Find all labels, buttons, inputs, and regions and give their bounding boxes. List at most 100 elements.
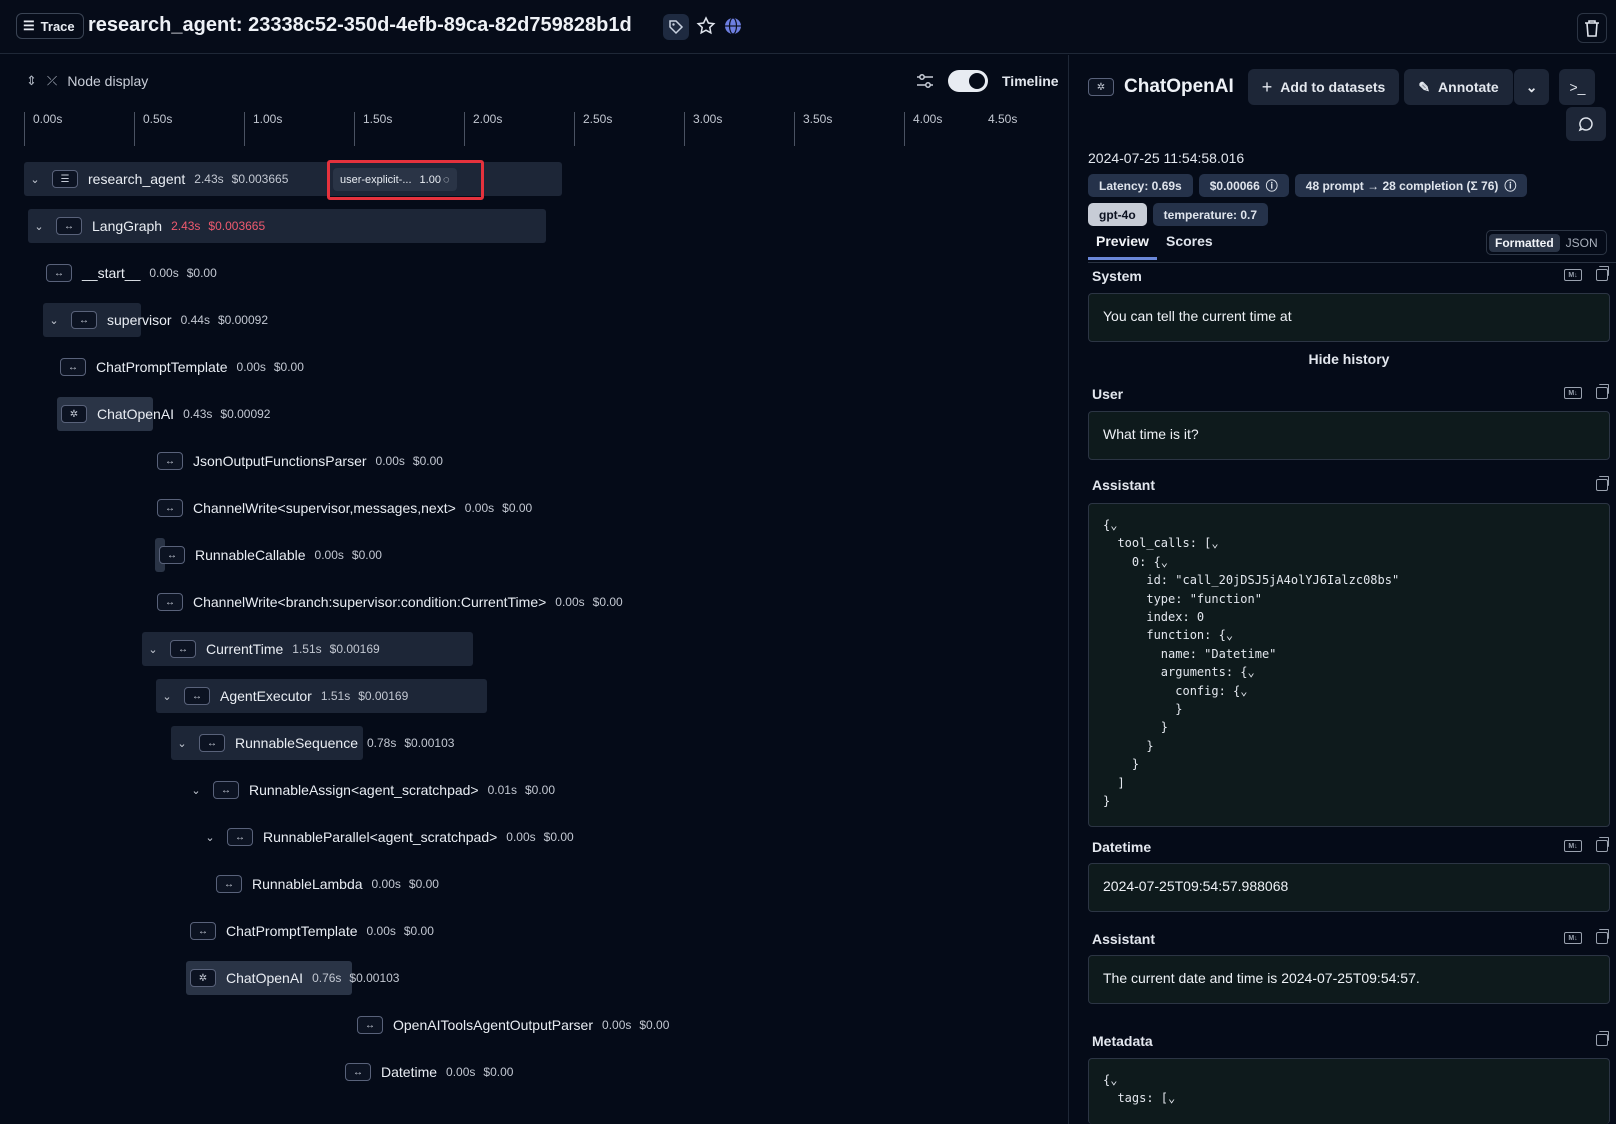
expand-collapse-icon[interactable]: ⇕ [26,73,37,89]
tree-row-chatprompttemplate[interactable]: ↔ ChatPromptTemplate 0.00s $0.00 [60,350,304,384]
tab-scores[interactable]: Scores [1158,233,1221,257]
chevron-down-icon[interactable]: ⌄ [175,737,189,750]
tree-row-runnablesequence[interactable]: ⌄ ↔ RunnableSequence 0.78s $0.00103 [171,726,454,760]
annotate-dropdown-button[interactable]: ⌄ [1513,69,1550,105]
tree-row-channelwrite-supervisor[interactable]: ↔ ChannelWrite<supervisor,messages,next>… [157,491,532,525]
run-duration: 0.00s [602,1018,632,1032]
tree-row-runnablelambda[interactable]: ↔ RunnableLambda 0.00s $0.00 [216,867,439,901]
runnable-icon: ↔ [184,687,210,705]
timeline-controls: Timeline [916,70,1059,92]
info-icon[interactable]: ⓘ [1266,177,1278,194]
assistant-section-label: Assistant [1092,477,1156,493]
copy-icon[interactable] [1596,929,1609,944]
tree-row-currenttime[interactable]: ⌄ ↔ CurrentTime 1.51s $0.00169 [142,632,473,666]
tree-row-start[interactable]: ↔ __start__ 0.00s $0.00 [46,256,217,290]
json-option[interactable]: JSON [1560,234,1604,252]
tree-row-runnableparallel[interactable]: ⌄ ↔ RunnableParallel<agent_scratchpad> 0… [203,820,574,854]
run-cost: $0.00169 [329,642,380,656]
temperature-value: temperature: 0.7 [1163,207,1258,222]
runnable-icon: ↔ [190,922,216,940]
tree-row-jsonoutputfunctionsparser[interactable]: ↔ JsonOutputFunctionsParser 0.00s $0.00 [157,444,443,478]
annotate-button[interactable]: ✎ Annotate [1404,69,1513,105]
run-name: OpenAIToolsAgentOutputParser [393,1017,594,1033]
tree-row-agentexecutor[interactable]: ⌄ ↔ AgentExecutor 1.51s $0.00169 [156,679,487,713]
copy-icon[interactable] [1596,837,1609,852]
filter-sliders-icon[interactable] [916,73,934,89]
latency-badge: Latency: 0.69s [1088,174,1193,197]
trace-list-icon: ☰ [23,18,35,33]
timeline-toggle[interactable] [948,70,988,92]
terminal-icon: >_ [1569,79,1586,95]
chevron-down-icon[interactable]: ⌄ [203,831,217,844]
run-duration: 0.00s [375,454,405,468]
public-share-button[interactable] [724,17,742,38]
format-toggle: Formatted JSON [1486,230,1607,255]
run-name: RunnableAssign<agent_scratchpad> [249,782,479,798]
comment-button[interactable] [1566,107,1606,141]
run-cost: $0.00 [502,501,533,515]
tree-row-chatprompttemplate-2[interactable]: ↔ ChatPromptTemplate 0.00s $0.00 [190,914,434,948]
formatted-option[interactable]: Formatted [1489,233,1560,252]
runnable-icon: ↔ [213,781,239,799]
run-params: gpt-4o temperature: 0.7 [1088,203,1269,226]
node-display-control[interactable]: ⇕ ⤫ Node display [26,73,148,89]
runnable-icon: ↔ [60,358,86,376]
timeline-label: Timeline [1002,73,1059,89]
chevron-down-icon[interactable]: ⌄ [28,173,42,186]
run-timestamp: 2024-07-25 11:54:58.016 [1088,150,1245,166]
tree-row-langgraph[interactable]: ⌄ ↔ LangGraph 2.43s $0.003665 [28,209,546,243]
run-duration: 0.00s [446,1065,476,1079]
info-icon[interactable]: ⓘ [1504,177,1516,194]
chevron-down-icon[interactable]: ⌄ [189,784,203,797]
tree-row-chatopenai-2[interactable]: ✲ ChatOpenAI 0.76s $0.00103 [186,961,400,995]
comment-icon [1578,117,1593,132]
run-name: JsonOutputFunctionsParser [193,453,367,469]
metadata-section-label: Metadata [1092,1033,1153,1049]
markdown-icon[interactable]: M↓ [1564,387,1582,399]
chevron-down-icon[interactable]: ⌄ [32,220,46,233]
add-to-datasets-button[interactable]: + Add to datasets [1247,69,1400,105]
copy-icon[interactable] [1596,1031,1609,1046]
copy-icon[interactable] [1596,266,1609,281]
tree-row-chatopenai[interactable]: ✲ ChatOpenAI 0.43s $0.00092 [57,397,270,431]
assistant-section-actions [1596,476,1609,491]
run-cost: $0.00 [639,1018,670,1032]
runnable-icon: ↔ [157,593,183,611]
run-cost: $0.00103 [349,971,400,985]
run-cost: $0.003665 [231,172,289,186]
runnable-icon: ↔ [56,217,82,235]
markdown-icon[interactable]: M↓ [1564,840,1582,852]
run-name: ChatOpenAI [226,970,304,986]
trash-icon [1585,20,1599,37]
run-duration: 0.00s [236,360,266,374]
run-cost: $0.00 [403,924,434,938]
copy-icon[interactable] [1596,384,1609,399]
tree-row-channelwrite-branch[interactable]: ↔ ChannelWrite<branch:supervisor:conditi… [157,585,623,619]
chevron-down-icon[interactable]: ⌄ [47,314,61,327]
collapse-all-icon[interactable]: ⤫ [47,73,57,89]
delete-button[interactable] [1577,13,1607,43]
tree-row-research-agent[interactable]: ⌄ ☰ research_agent 2.43s $0.003665 user-… [24,160,562,200]
tree-row-runnableassign[interactable]: ⌄ ↔ RunnableAssign<agent_scratchpad> 0.0… [189,773,555,807]
run-duration: 1.51s [320,689,351,703]
markdown-icon[interactable]: M↓ [1564,932,1582,944]
tag-button[interactable] [663,14,689,40]
tree-row-openaitoolsagentoutputparser[interactable]: ↔ OpenAIToolsAgentOutputParser 0.00s $0.… [357,1008,669,1042]
tree-row-runnablecallable[interactable]: ↔ RunnableCallable 0.00s $0.00 [155,538,382,572]
chevron-down-icon[interactable]: ⌄ [160,690,174,703]
timeline-tick: 3.50s [794,112,832,146]
markdown-icon[interactable]: M↓ [1564,269,1582,281]
copy-icon[interactable] [1596,476,1609,491]
tree-row-datetime[interactable]: ↔ Datetime 0.00s $0.00 [345,1055,513,1089]
chevron-down-icon[interactable]: ⌄ [146,643,160,656]
tab-preview[interactable]: Preview [1088,233,1157,260]
hide-history-button[interactable]: Hide history [1088,351,1610,367]
tree-row-supervisor[interactable]: ⌄ ↔ supervisor 0.44s $0.00092 [43,303,268,337]
chain-icon: ☰ [52,170,78,188]
star-button[interactable] [696,16,716,39]
metadata-json: {⌄ tags: [⌄ [1088,1058,1610,1124]
star-icon [696,16,716,35]
playground-button[interactable]: >_ [1559,69,1596,105]
tokens-value: 48 prompt → 28 completion (Σ 76) [1305,178,1499,193]
runnable-icon: ↔ [157,452,183,470]
